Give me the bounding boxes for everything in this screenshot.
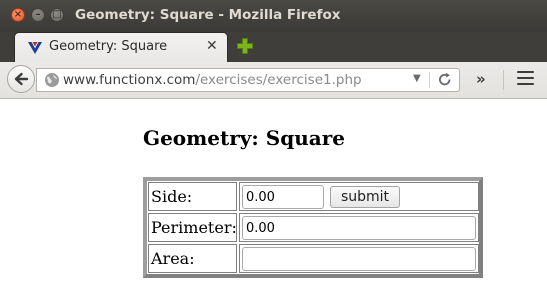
- submit-button[interactable]: submit: [330, 186, 400, 208]
- globe-icon: [45, 73, 59, 87]
- functionx-favicon-icon: [28, 42, 42, 54]
- url-host: www.functionx.com: [63, 72, 196, 88]
- back-button[interactable]: [7, 65, 35, 93]
- side-label-cell: Side:: [148, 182, 237, 211]
- window-title: Geometry: Square - Mozilla Firefox: [75, 7, 341, 23]
- perimeter-label: Perimeter:: [151, 218, 237, 237]
- double-chevron-right-icon[interactable]: »: [476, 70, 486, 88]
- tab-geometry-square[interactable]: Geometry: Square ✕: [14, 32, 228, 62]
- address-divider: [429, 72, 430, 88]
- url-path: /exercises/exercise1.php: [195, 72, 362, 88]
- tab-close-icon[interactable]: ✕: [206, 38, 218, 54]
- perimeter-input[interactable]: [242, 216, 476, 240]
- side-label: Side:: [151, 187, 193, 206]
- minimize-icon[interactable]: –: [31, 8, 45, 22]
- area-input-cell: [239, 244, 479, 273]
- window-titlebar: × – □ Geometry: Square - Mozilla Firefox: [0, 0, 547, 32]
- address-url: www.functionx.com/exercises/exercise1.ph…: [63, 72, 362, 88]
- perimeter-label-cell: Perimeter:: [148, 213, 237, 242]
- geometry-form-table: Side: submit Perimeter: Area:: [143, 177, 483, 278]
- chevron-down-icon[interactable]: ▼: [413, 73, 421, 84]
- back-arrow-icon: [14, 72, 29, 86]
- close-icon[interactable]: ×: [11, 8, 25, 22]
- hamburger-menu-icon[interactable]: [517, 71, 535, 87]
- side-input[interactable]: [242, 185, 324, 209]
- address-bar[interactable]: www.functionx.com/exercises/exercise1.ph…: [36, 68, 460, 92]
- page-title: Geometry: Square: [143, 126, 345, 150]
- side-input-cell: submit: [239, 182, 479, 211]
- plus-icon[interactable]: [236, 37, 254, 55]
- perimeter-input-cell: [239, 213, 479, 242]
- maximize-icon[interactable]: □: [50, 8, 64, 22]
- tab-title: Geometry: Square: [49, 39, 168, 54]
- area-input[interactable]: [242, 247, 476, 271]
- area-label-cell: Area:: [148, 244, 237, 273]
- toolbar-divider: [503, 70, 504, 90]
- area-label: Area:: [151, 249, 195, 268]
- reload-icon[interactable]: [437, 71, 453, 89]
